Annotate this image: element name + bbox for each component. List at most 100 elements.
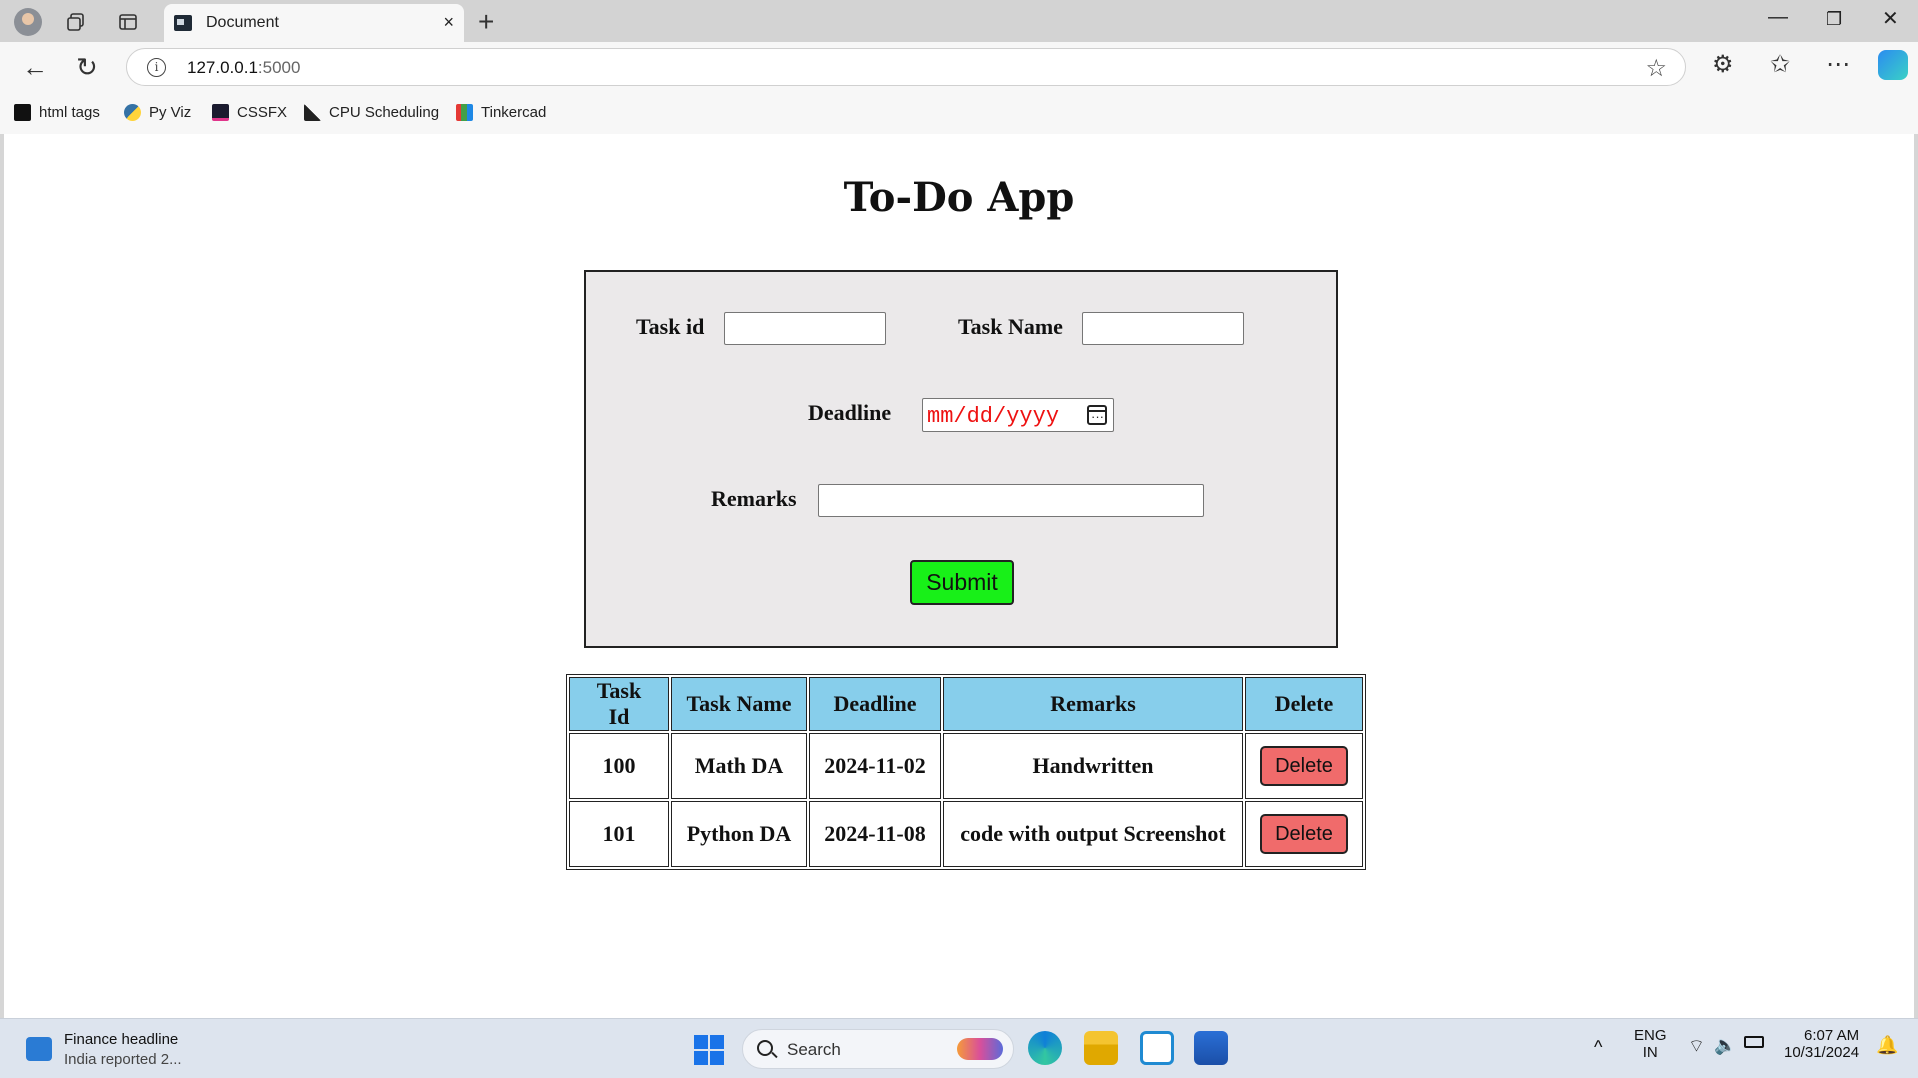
cell-remarks: code with output Screenshot [943, 801, 1243, 867]
microsoft-store-icon[interactable] [1194, 1031, 1228, 1065]
cell-task-name: Math DA [671, 733, 807, 799]
deadline-placeholder: mm/dd/yyyy [927, 404, 1060, 429]
table-row: 100 Math DA 2024-11-02 Handwritten Delet… [569, 733, 1363, 799]
language-indicator[interactable]: ENG IN [1634, 1027, 1667, 1061]
calendar-icon[interactable] [1087, 405, 1107, 425]
task-id-input[interactable] [724, 312, 886, 345]
search-highlight-icon [957, 1038, 1003, 1060]
close-tab-icon[interactable]: × [443, 12, 454, 33]
header-task-id: Task Id [569, 677, 669, 731]
remarks-label: Remarks [711, 486, 797, 511]
new-tab-button[interactable]: + [478, 6, 494, 38]
browser-tab[interactable]: Document × [164, 4, 464, 42]
cell-deadline: 2024-11-02 [809, 733, 941, 799]
table-row: 101 Python DA 2024-11-08 code with outpu… [569, 801, 1363, 867]
file-explorer-icon[interactable] [1084, 1031, 1118, 1065]
cell-task-name: Python DA [671, 801, 807, 867]
search-label: Search [787, 1040, 841, 1059]
bookmark-html-tags[interactable]: html tags [14, 104, 100, 121]
deadline-date-input[interactable]: mm/dd/yyyy [922, 398, 1114, 432]
bookmark-tinkercad[interactable]: Tinkercad [456, 104, 546, 121]
tasks-table: Task Id Task Name Deadline Remarks Delet… [566, 674, 1366, 870]
cell-deadline: 2024-11-08 [809, 801, 941, 867]
page-title: To-Do App [843, 174, 1075, 221]
cell-delete: Delete [1245, 733, 1363, 799]
cpu-scheduling-logo-icon [304, 104, 321, 121]
wifi-icon[interactable]: ⌔ [1688, 1035, 1705, 1058]
profile-avatar-icon[interactable] [14, 8, 42, 36]
windows-start-icon[interactable] [694, 1035, 724, 1065]
bookmark-label: CPU Scheduling [329, 104, 440, 121]
region-code: IN [1642, 1044, 1658, 1061]
address-host: 127.0.0.1 [187, 58, 258, 77]
vertical-tabs-icon[interactable] [114, 8, 142, 36]
news-widget-icon[interactable] [26, 1037, 52, 1061]
terminal-favicon-icon [174, 15, 192, 31]
minimize-icon[interactable]: — [1768, 6, 1788, 29]
task-name-input[interactable] [1082, 312, 1244, 345]
windows-taskbar: Finance headline India reported 2... Sea… [0, 1018, 1918, 1078]
clock-date: 10/31/2024 [1784, 1044, 1860, 1061]
edge-browser-icon[interactable] [1028, 1031, 1062, 1065]
delete-button[interactable]: Delete [1260, 746, 1348, 786]
extensions-icon[interactable]: ⚙ [1712, 50, 1734, 79]
cssfx-logo-icon [212, 104, 229, 121]
python-logo-icon [124, 104, 141, 121]
header-remarks: Remarks [943, 677, 1243, 731]
browser-toolbar: ← ↻ i 127.0.0.1:5000 ☆ ⚙ ✩ ⋯ [0, 42, 1918, 94]
delete-button[interactable]: Delete [1260, 814, 1348, 854]
submit-button[interactable]: Submit [910, 560, 1014, 605]
restore-icon[interactable]: ❐ [1826, 9, 1842, 30]
workspaces-icon[interactable] [62, 8, 90, 36]
vscode-icon[interactable] [1140, 1031, 1174, 1065]
bookmark-label: Py Viz [149, 104, 192, 121]
copilot-icon[interactable] [1878, 50, 1908, 80]
more-menu-icon[interactable]: ⋯ [1826, 50, 1850, 79]
remarks-input[interactable] [818, 484, 1204, 517]
taskbar-search[interactable]: Search [742, 1029, 1014, 1069]
search-icon [757, 1040, 773, 1056]
address-bar[interactable]: i 127.0.0.1:5000 ☆ [126, 48, 1686, 86]
address-port: :5000 [257, 58, 301, 77]
table-header-row: Task Id Task Name Deadline Remarks Delet… [569, 677, 1363, 731]
cell-task-id: 100 [569, 733, 669, 799]
bookmark-label: html tags [39, 104, 100, 121]
bookmark-cssfx[interactable]: CSSFX [212, 104, 287, 121]
volume-icon[interactable]: 🔈 [1714, 1035, 1736, 1056]
notification-bell-icon[interactable]: 🔔 [1876, 1035, 1898, 1056]
cell-task-id: 101 [569, 801, 669, 867]
bookmarks-bar: html tags Py Viz CSSFX CPU Scheduling Ti… [0, 94, 1918, 134]
task-id-label: Task id [636, 314, 705, 339]
refresh-icon[interactable]: ↻ [76, 52, 98, 83]
show-hidden-icons-chevron-icon[interactable]: ^ [1594, 1037, 1602, 1058]
tinkercad-logo-icon [456, 104, 473, 121]
close-window-icon[interactable]: ✕ [1882, 6, 1899, 31]
task-name-label: Task Name [958, 314, 1063, 339]
news-headline[interactable]: Finance headline [64, 1031, 178, 1048]
task-form: Task id Task Name Deadline mm/dd/yyyy Re… [584, 270, 1338, 648]
header-deadline: Deadline [809, 677, 941, 731]
cell-delete: Delete [1245, 801, 1363, 867]
bookmark-py-viz[interactable]: Py Viz [124, 104, 191, 121]
bookmark-label: CSSFX [237, 104, 288, 121]
language-code: ENG [1634, 1027, 1667, 1044]
header-task-name: Task Name [671, 677, 807, 731]
header-delete: Delete [1245, 677, 1363, 731]
mdn-logo-icon [14, 104, 31, 121]
clock-time: 6:07 AM [1804, 1027, 1860, 1044]
news-subtitle[interactable]: India reported 2... [64, 1051, 182, 1068]
bookmark-cpu-scheduling[interactable]: CPU Scheduling [304, 104, 439, 121]
favorites-icon[interactable]: ✩ [1770, 50, 1790, 79]
address-url: 127.0.0.1:5000 [187, 58, 300, 78]
deadline-label: Deadline [808, 400, 892, 425]
site-info-icon[interactable]: i [147, 58, 166, 77]
clock[interactable]: 6:07 AM 10/31/2024 [1784, 1027, 1859, 1061]
favorite-star-icon[interactable]: ☆ [1645, 54, 1667, 83]
page-viewport: To-Do App Task id Task Name Deadline mm/… [4, 134, 1914, 1018]
back-arrow-icon[interactable]: ← [22, 52, 48, 83]
tab-strip: Document × + — ❐ ✕ [0, 0, 1918, 42]
bookmark-label: Tinkercad [481, 104, 547, 121]
cell-remarks: Handwritten [943, 733, 1243, 799]
battery-icon[interactable] [1744, 1036, 1764, 1048]
tab-title: Document [206, 14, 279, 31]
